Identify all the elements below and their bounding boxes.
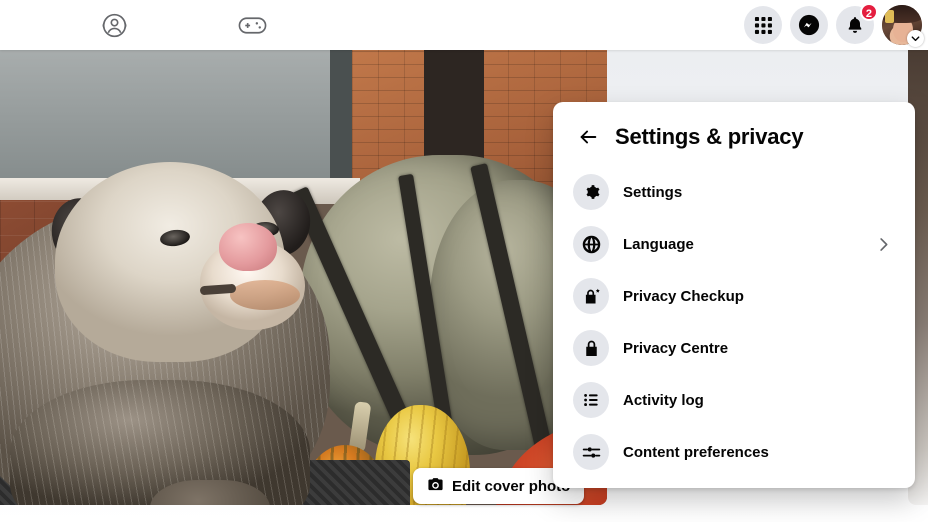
- messenger-icon: [798, 14, 820, 36]
- messenger-button[interactable]: [790, 6, 828, 44]
- settings-menu-list: Settings Language Privacy Checkup Privac…: [553, 166, 915, 478]
- menu-item-label: Activity log: [623, 391, 704, 409]
- globe-icon: [573, 226, 609, 262]
- notifications-button[interactable]: 2: [836, 3, 878, 44]
- menu-item-privacy-checkup[interactable]: Privacy Checkup: [561, 270, 907, 322]
- settings-privacy-dropdown: Settings & privacy Settings Language Pri…: [553, 102, 915, 488]
- chevron-down-icon: [907, 30, 924, 47]
- top-navigation-bar: 2: [0, 0, 928, 50]
- chevron-right-icon: [874, 235, 899, 254]
- cover-photo-image: [0, 50, 607, 505]
- friends-icon: [101, 12, 128, 39]
- menu-item-language[interactable]: Language: [561, 218, 907, 270]
- menu-item-content-preferences[interactable]: Content preferences: [561, 426, 907, 478]
- menu-item-activity-log[interactable]: Activity log: [561, 374, 907, 426]
- menu-item-label: Language: [623, 235, 694, 253]
- menu-item-label: Content preferences: [623, 443, 769, 461]
- lock-icon: [573, 330, 609, 366]
- menu-item-label: Privacy Checkup: [623, 287, 744, 305]
- menu-grid-button[interactable]: [744, 6, 782, 44]
- menu-item-label: Settings: [623, 183, 683, 201]
- nav-actions: 2: [744, 0, 924, 50]
- page-content: Edit cover photo Settings & privacy Sett…: [0, 50, 928, 522]
- lock-check-icon: [573, 278, 609, 314]
- gaming-tab[interactable]: [224, 0, 280, 50]
- dropdown-header: Settings & privacy: [553, 108, 915, 166]
- dropdown-title: Settings & privacy: [615, 124, 804, 149]
- gaming-controller-icon: [238, 14, 267, 37]
- menu-item-privacy-centre[interactable]: Privacy Centre: [561, 322, 907, 374]
- menu-item-settings[interactable]: Settings: [561, 166, 907, 218]
- back-arrow-icon[interactable]: [575, 124, 601, 150]
- list-icon: [573, 382, 609, 418]
- gear-icon: [573, 174, 609, 210]
- grid-menu-icon: [754, 16, 773, 35]
- account-button[interactable]: [882, 5, 924, 47]
- menu-item-label: Privacy Centre: [623, 339, 729, 357]
- nav-tabs: [86, 0, 280, 50]
- cover-photo[interactable]: [0, 50, 607, 505]
- friends-tab[interactable]: [86, 0, 142, 50]
- notification-badge: 2: [859, 3, 878, 21]
- sliders-icon: [573, 434, 609, 470]
- camera-icon: [427, 476, 444, 497]
